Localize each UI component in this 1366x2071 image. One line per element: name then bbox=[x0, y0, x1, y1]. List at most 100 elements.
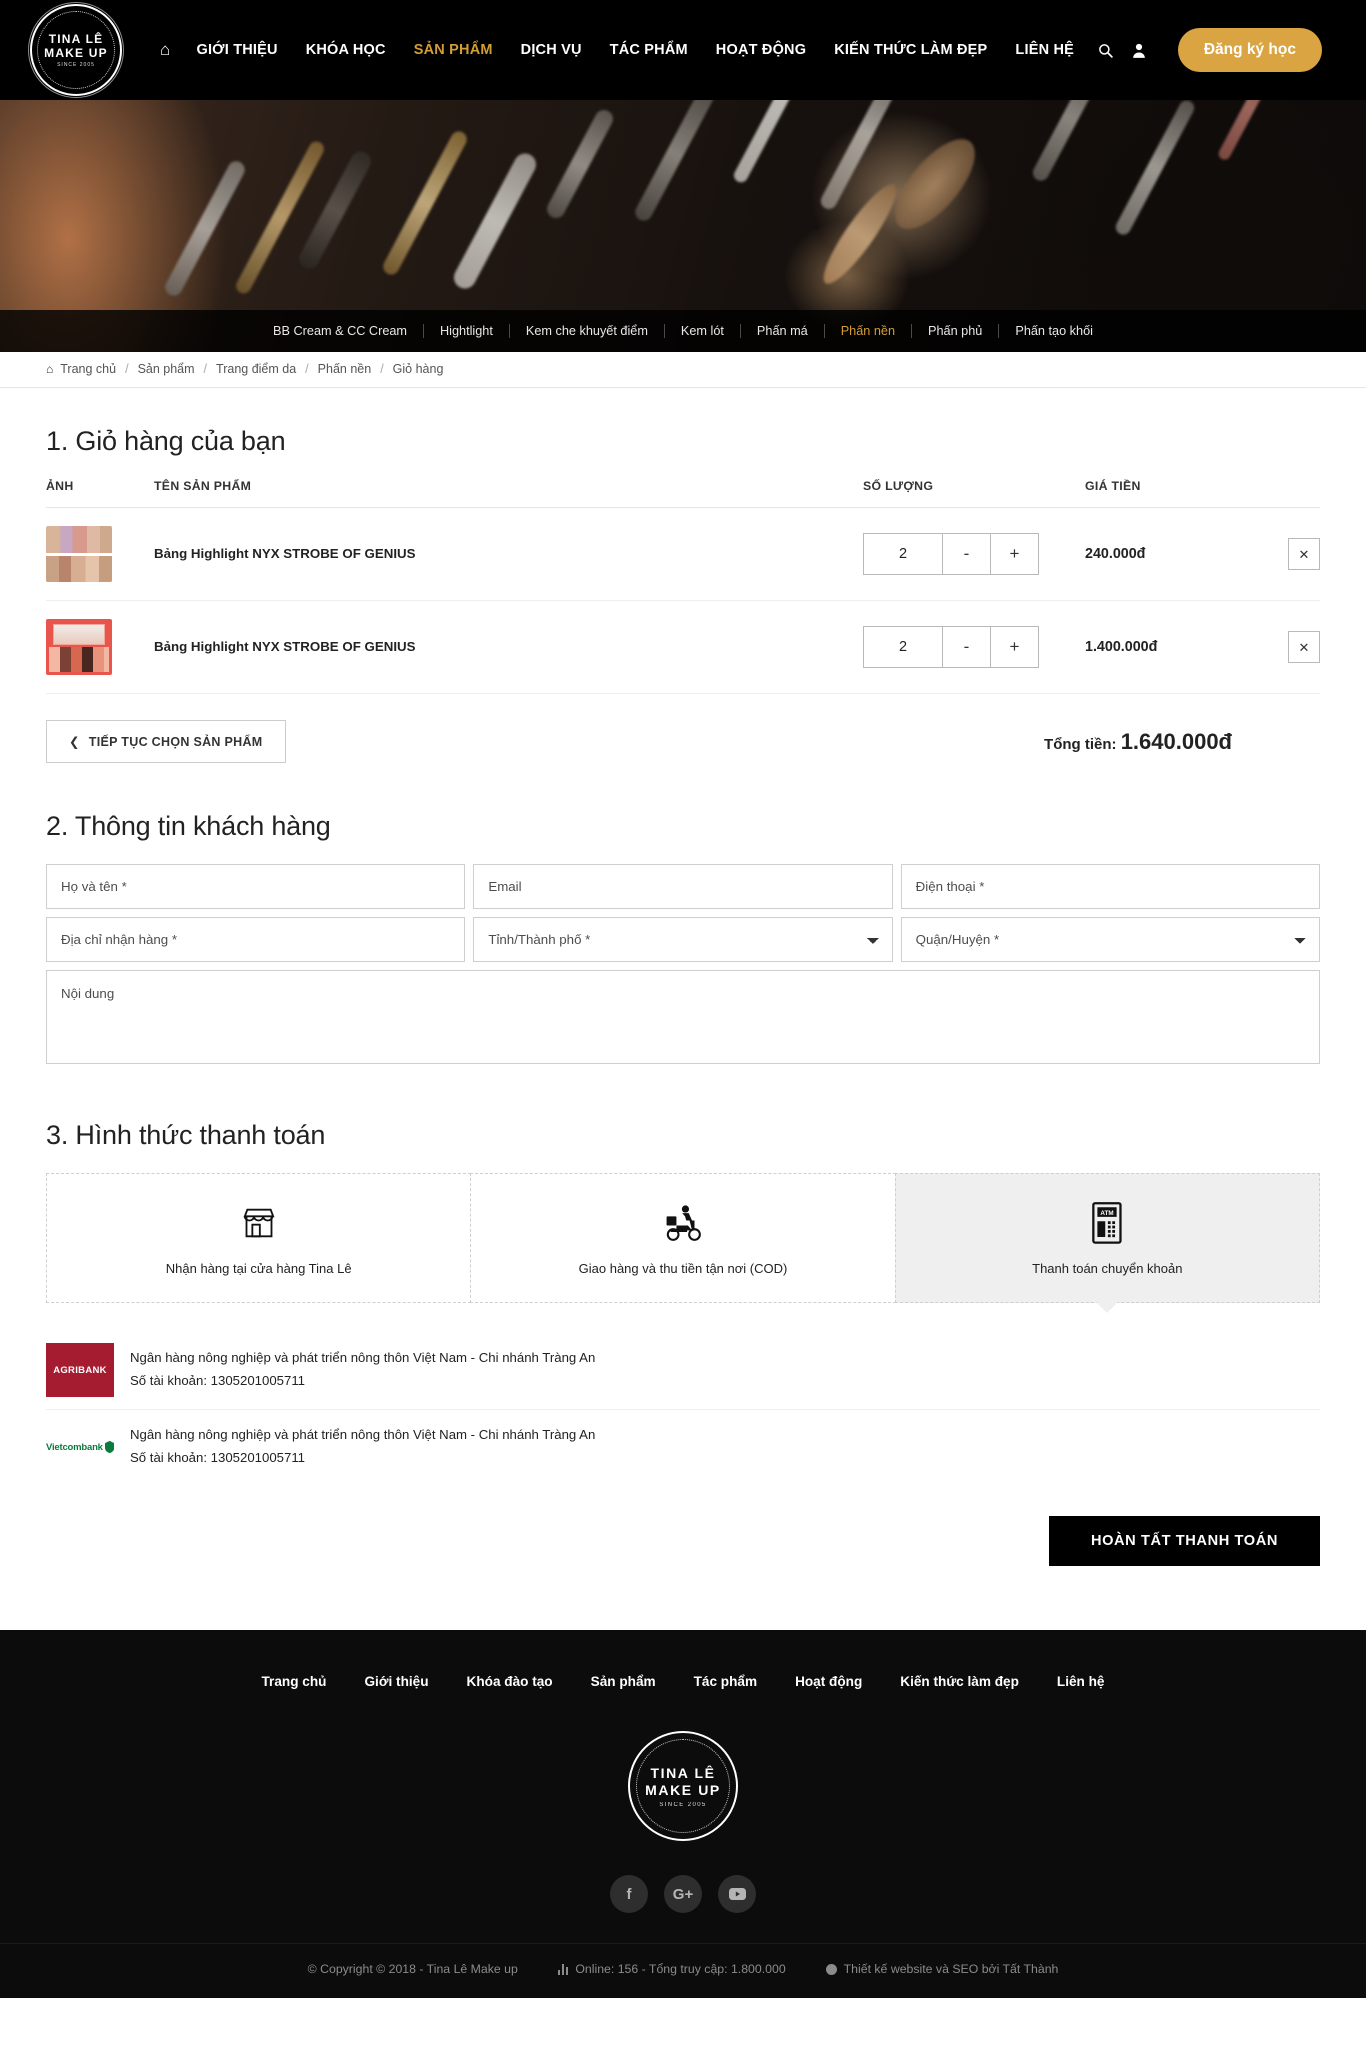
breadcrumb-item-gio-hang[interactable]: Giỏ hàng bbox=[393, 362, 444, 376]
email-field[interactable] bbox=[473, 864, 893, 909]
footer-link-tac-pham[interactable]: Tác phẩm bbox=[675, 1674, 776, 1689]
nav-item-dich-vu[interactable]: DỊCH VỤ bbox=[507, 42, 596, 58]
nav-item-gioi-thieu[interactable]: GIỚI THIỆU bbox=[182, 42, 291, 58]
header-actions: Đăng ký học bbox=[1098, 28, 1322, 72]
payment-method-label: Giao hàng và thu tiền tận nơi (COD) bbox=[578, 1260, 788, 1276]
continue-shopping-button[interactable]: ❮ TIẾP TỤC CHỌN SẢN PHẨM bbox=[46, 720, 286, 763]
cart-total-label: Tổng tiền: bbox=[1044, 735, 1117, 753]
phone-field[interactable] bbox=[900, 864, 1320, 909]
nav-home-icon[interactable]: ⌂ bbox=[160, 40, 182, 60]
table-row: Bảng Highlight NYX STROBE OF GENIUS - + bbox=[46, 600, 1320, 694]
credit-dot-icon bbox=[825, 1963, 837, 1975]
footer-logo-line-1: TINA LÊ bbox=[650, 1764, 716, 1781]
footer-link-trang-chu[interactable]: Trang chủ bbox=[243, 1674, 346, 1689]
district-select[interactable]: Quận/Huyện * bbox=[900, 917, 1320, 962]
nav-item-khoa-hoc[interactable]: KHÓA HỌC bbox=[292, 42, 400, 58]
product-price: 240.000đ bbox=[1085, 546, 1146, 562]
continue-shopping-label: TIẾP TỤC CHỌN SẢN PHẨM bbox=[88, 734, 263, 749]
footer-link-khoa-dao-tao[interactable]: Khóa đào tạo bbox=[448, 1674, 572, 1689]
facebook-icon[interactable]: f bbox=[610, 1875, 648, 1913]
vietcombank-wordmark: Vietcombank bbox=[46, 1441, 103, 1453]
nav-item-lien-he[interactable]: LIÊN HỆ bbox=[1001, 42, 1088, 58]
nav-item-hoat-dong[interactable]: HOẠT ĐỘNG bbox=[702, 42, 820, 58]
user-icon[interactable] bbox=[1132, 43, 1166, 58]
remove-item-button[interactable]: ✕ bbox=[1288, 538, 1320, 570]
cart-cell-quantity: - + bbox=[855, 507, 1085, 601]
cart-cell-price: 240.000đ bbox=[1085, 507, 1260, 601]
logo-line-3: SINCE 2005 bbox=[57, 61, 95, 68]
payment-method-label: Nhận hàng tại cửa hàng Tina Lê bbox=[165, 1260, 352, 1276]
youtube-glyph bbox=[728, 1888, 746, 1900]
youtube-icon[interactable] bbox=[718, 1875, 756, 1913]
bank-account-list: AGRIBANK Ngân hàng nông nghiệp và phát t… bbox=[46, 1303, 1320, 1486]
credit-text: Thiết kế website và SEO bởi Tất Thành bbox=[843, 1962, 1059, 1976]
nav-item-san-pham[interactable]: SẢN PHẨM bbox=[400, 42, 507, 58]
nav-item-tac-pham[interactable]: TÁC PHẨM bbox=[596, 42, 702, 58]
cart-cell-name: Bảng Highlight NYX STROBE OF GENIUS bbox=[154, 507, 855, 601]
list-item: AGRIBANK Ngân hàng nông nghiệp và phát t… bbox=[46, 1333, 1320, 1410]
google-plus-icon[interactable]: G+ bbox=[664, 1875, 702, 1913]
product-thumbnail[interactable] bbox=[46, 526, 112, 582]
cart-cell-remove: ✕ bbox=[1260, 600, 1320, 694]
nav-item-kien-thuc-lam-dep[interactable]: KIẾN THỨC LÀM ĐẸP bbox=[820, 42, 1001, 58]
breadcrumb-item-trang-chu[interactable]: Trang chủ bbox=[60, 362, 116, 376]
cart-cell-quantity: - + bbox=[855, 600, 1085, 694]
subnav-item-phan-ma[interactable]: Phấn má bbox=[741, 324, 825, 338]
breadcrumb-item-phan-nen[interactable]: Phấn nền bbox=[318, 362, 372, 376]
footer-link-lien-he[interactable]: Liên hệ bbox=[1038, 1674, 1124, 1689]
quantity-decrease-button[interactable]: - bbox=[942, 627, 990, 667]
note-textarea[interactable] bbox=[46, 970, 1320, 1064]
quantity-stepper: - + bbox=[863, 533, 1039, 575]
column-header-price: GIÁ TIỀN bbox=[1085, 479, 1260, 508]
bank-logo: Vietcombank bbox=[46, 1420, 114, 1474]
payment-method-cod[interactable]: Giao hàng và thu tiền tận nơi (COD) bbox=[470, 1173, 896, 1303]
quantity-input[interactable] bbox=[864, 627, 942, 667]
subnav-item-bb-cream[interactable]: BB Cream & CC Cream bbox=[257, 324, 424, 338]
quantity-increase-button[interactable]: + bbox=[990, 627, 1038, 667]
product-thumbnail[interactable] bbox=[46, 619, 112, 675]
subnav-item-phan-nen[interactable]: Phấn nền bbox=[825, 324, 913, 338]
footer-link-san-pham[interactable]: Sản phẩm bbox=[572, 1674, 675, 1689]
footer-link-hoat-dong[interactable]: Hoạt động bbox=[776, 1674, 881, 1689]
cart-total-value: 1.640.000đ bbox=[1120, 728, 1232, 754]
subnav-item-hightlight[interactable]: Hightlight bbox=[424, 324, 510, 338]
footer-link-gioi-thieu[interactable]: Giới thiệu bbox=[345, 1674, 447, 1689]
breadcrumb-item-trang-diem-da[interactable]: Trang điểm da bbox=[216, 362, 296, 376]
complete-payment-button[interactable]: HOÀN TẤT THANH TOÁN bbox=[1048, 1516, 1320, 1566]
logo-badge: TINA LÊ MAKE UP SINCE 2005 bbox=[28, 2, 124, 98]
payment-method-store-pickup[interactable]: Nhận hàng tại cửa hàng Tina Lê bbox=[46, 1173, 472, 1303]
payment-method-bank-transfer[interactable]: ATM Thanh toán chuyển khoản bbox=[894, 1173, 1320, 1313]
footer-logo[interactable]: TINA LÊ MAKE UP SINCE 2005 bbox=[628, 1731, 738, 1841]
site-logo[interactable]: TINA LÊ MAKE UP SINCE 2005 bbox=[28, 2, 124, 98]
subnav-item-phan-tao-khoi[interactable]: Phấn tạo khối bbox=[999, 324, 1109, 338]
bank-account-number: Số tài khoản: 1305201005711 bbox=[130, 1373, 306, 1388]
cart-section: 1. Giỏ hàng của bạn ẢNH TÊN SẢN PHẨM SỐ … bbox=[46, 426, 1320, 763]
province-select[interactable]: Tỉnh/Thành phố * bbox=[473, 917, 893, 962]
subnav-item-kem-che-khuyet-diem[interactable]: Kem che khuyết điểm bbox=[510, 324, 665, 338]
credit-wrap: Thiết kế website và SEO bởi Tất Thành bbox=[825, 1962, 1059, 1976]
copyright-text: © Copyright © 2018 - Tina Lê Make up bbox=[307, 1962, 518, 1976]
quantity-decrease-button[interactable]: - bbox=[942, 534, 990, 574]
product-name[interactable]: Bảng Highlight NYX STROBE OF GENIUS bbox=[154, 546, 416, 561]
search-icon[interactable] bbox=[1098, 43, 1132, 58]
product-name[interactable]: Bảng Highlight NYX STROBE OF GENIUS bbox=[154, 639, 416, 654]
fullname-field[interactable] bbox=[46, 864, 466, 909]
payment-method-group: Nhận hàng tại cửa hàng Tina Lê Giao hàng… bbox=[46, 1173, 1320, 1313]
register-course-button[interactable]: Đăng ký học bbox=[1177, 28, 1322, 72]
breadcrumb-separator: / bbox=[380, 362, 384, 376]
bank-name: Ngân hàng nông nghiệp và phát triển nông… bbox=[130, 1427, 596, 1443]
cart-cell-remove: ✕ bbox=[1260, 507, 1320, 601]
quantity-input[interactable] bbox=[864, 534, 942, 574]
address-field[interactable] bbox=[46, 917, 466, 962]
footer-link-kien-thuc-lam-dep[interactable]: Kiến thức làm đẹp bbox=[881, 1674, 1038, 1689]
column-header-remove bbox=[1260, 479, 1320, 508]
quantity-increase-button[interactable]: + bbox=[990, 534, 1038, 574]
bank-account-number: Số tài khoản: 1305201005711 bbox=[130, 1450, 306, 1465]
subnav-item-phan-phu[interactable]: Phấn phủ bbox=[912, 324, 1000, 338]
store-icon bbox=[239, 1201, 279, 1245]
bank-logo: AGRIBANK bbox=[46, 1343, 114, 1397]
subnav-item-kem-lot[interactable]: Kem lót bbox=[665, 324, 741, 338]
cart-total: Tổng tiền: 1.640.000đ bbox=[1044, 729, 1320, 755]
breadcrumb-item-san-pham[interactable]: Sản phẩm bbox=[138, 362, 195, 376]
remove-item-button[interactable]: ✕ bbox=[1288, 631, 1320, 663]
